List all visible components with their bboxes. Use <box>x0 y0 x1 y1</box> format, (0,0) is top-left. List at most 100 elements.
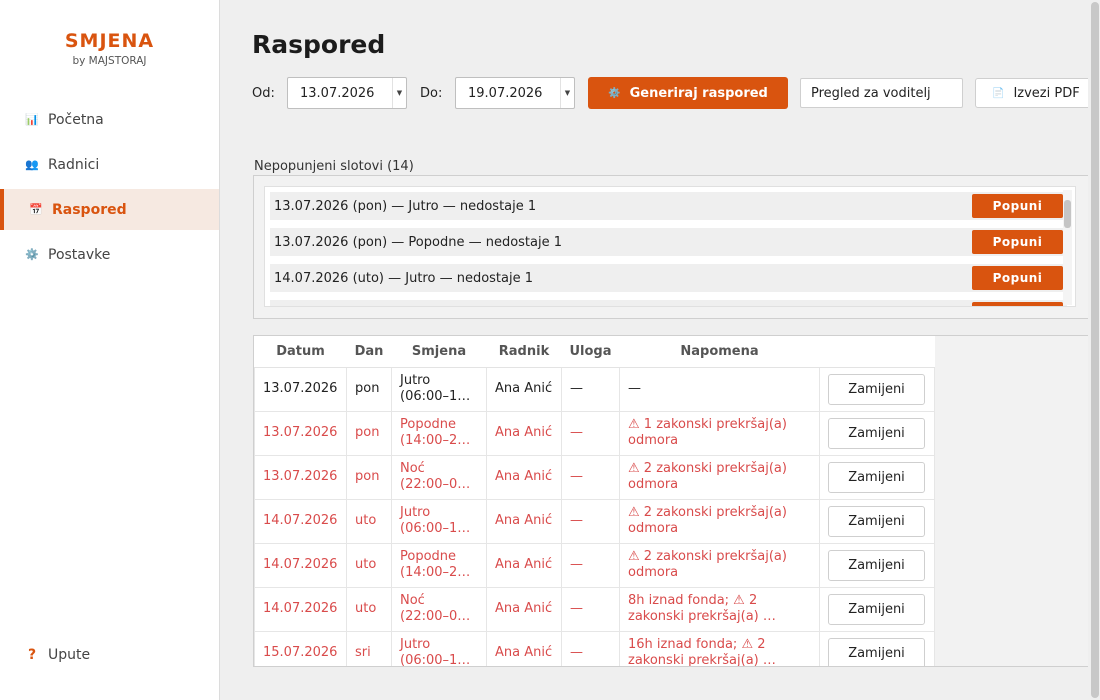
cell-smjena: Noć (22:00–0… <box>391 587 487 632</box>
cell-radnik: Ana Anić <box>486 543 562 588</box>
brand: SMJENA by MAJSTORAJ <box>0 30 219 67</box>
page-scrollbar-thumb[interactable] <box>1091 338 1099 698</box>
export-pdf-button[interactable]: 📄 Izvezi PDF <box>975 78 1092 108</box>
sidebar-item-radnici[interactable]: 👥 Radnici <box>0 144 219 185</box>
sidebar-item-label: Upute <box>48 646 91 663</box>
cell-actions: Zamijeni <box>819 543 935 588</box>
swap-button[interactable]: Zamijeni <box>828 417 925 449</box>
table-row: 15.07.2026 sri Jutro (06:00–1… Ana Anić —… <box>254 631 935 667</box>
question-icon: ? <box>27 646 37 663</box>
cell-napomena: ⚠ 1 zakonski prekršaj(a) odmora <box>619 411 820 456</box>
chevron-down-icon[interactable]: ▼ <box>392 78 406 108</box>
unfilled-slots-title: Nepopunjeni slotovi (14) <box>254 159 414 174</box>
unfilled-slot-row: Popuni <box>270 300 1067 306</box>
cell-dan: pon <box>346 455 392 500</box>
sidebar-item-raspored[interactable]: 📅 Raspored <box>0 189 219 230</box>
sidebar-item-upute[interactable]: ? Upute <box>0 634 219 675</box>
column-header-dan[interactable]: Dan <box>346 336 392 368</box>
swap-button[interactable]: Zamijeni <box>828 505 925 537</box>
note-line: 8h iznad fonda; ⚠ 2 <box>628 593 758 608</box>
sidebar: SMJENA by MAJSTORAJ 📊 Početna 👥 Radnici … <box>0 0 220 700</box>
cell-dan: uto <box>346 587 392 632</box>
unfilled-slot-row: 14.07.2026 (uto) — Jutro — nedostaje 1 P… <box>270 264 1067 292</box>
cell-radnik: Ana Anić <box>486 367 562 412</box>
table-row: 14.07.2026 uto Noć (22:00–0… Ana Anić — 8… <box>254 587 935 632</box>
swap-button[interactable]: Zamijeni <box>828 461 925 493</box>
sidebar-item-pocetna[interactable]: 📊 Početna <box>0 99 219 140</box>
sidebar-bottom: ? Upute <box>0 634 219 679</box>
note-line: ⚠ 2 zakonski prekršaj(a) <box>628 549 787 564</box>
column-header-smjena[interactable]: Smjena <box>391 336 487 368</box>
column-header-datum[interactable]: Datum <box>254 336 347 368</box>
table-row: 13.07.2026 pon Noć (22:00–0… Ana Anić — ⚠… <box>254 455 935 500</box>
sidebar-item-postavke[interactable]: ⚙️ Postavke <box>0 234 219 275</box>
shift-name: Jutro <box>400 373 431 388</box>
cell-smjena: Popodne (14:00–2… <box>391 411 487 456</box>
table-row: 13.07.2026 pon Popodne (14:00–2… Ana Anić… <box>254 411 935 456</box>
shift-time: (14:00–2… <box>400 565 471 580</box>
document-icon: 📄 <box>992 87 1005 99</box>
note-line: zakonski prekršaj(a) … <box>628 653 776 667</box>
fill-slot-button[interactable]: Popuni <box>972 230 1063 254</box>
cell-dan: uto <box>346 543 392 588</box>
swap-button[interactable]: Zamijeni <box>828 549 925 581</box>
page-title: Raspored <box>252 30 386 59</box>
fill-slot-button[interactable]: Popuni <box>972 266 1063 290</box>
cell-uloga: — <box>561 587 620 632</box>
generate-schedule-button[interactable]: ⚙️ Generiraj raspored <box>588 77 788 109</box>
unfilled-slots-list[interactable]: 13.07.2026 (pon) — Jutro — nedostaje 1 P… <box>264 186 1076 307</box>
from-date-input[interactable]: 13.07.2026 ▼ <box>287 77 407 109</box>
cell-actions: Zamijeni <box>819 411 935 456</box>
brand-subtitle: by MAJSTORAJ <box>72 55 147 67</box>
to-date-input[interactable]: 19.07.2026 ▼ <box>455 77 575 109</box>
chart-icon: 📊 <box>25 113 39 126</box>
cell-dan: pon <box>346 367 392 412</box>
sidebar-item-label: Radnici <box>48 156 100 173</box>
swap-button[interactable]: Zamijeni <box>828 637 925 666</box>
column-header-radnik[interactable]: Radnik <box>486 336 562 368</box>
cell-uloga: — <box>561 411 620 456</box>
unfilled-slots-panel: 13.07.2026 (pon) — Jutro — nedostaje 1 P… <box>253 175 1093 319</box>
calendar-icon: 📅 <box>29 203 43 216</box>
unfilled-slot-row: 13.07.2026 (pon) — Jutro — nedostaje 1 P… <box>270 192 1067 220</box>
slots-scrollbar-thumb[interactable] <box>1064 200 1071 228</box>
note-line: ⚠ 2 zakonski prekršaj(a) <box>628 461 787 476</box>
column-header-napomena[interactable]: Napomena <box>619 336 820 368</box>
fill-slot-button[interactable]: Popuni <box>972 194 1063 218</box>
fill-slot-button[interactable]: Popuni <box>972 302 1063 306</box>
note-line: odmora <box>628 521 679 536</box>
swap-button[interactable]: Zamijeni <box>828 593 925 625</box>
table-row: 14.07.2026 uto Popodne (14:00–2… Ana Anić… <box>254 543 935 588</box>
unfilled-slot-text: 14.07.2026 (uto) — Jutro — nedostaje 1 <box>274 270 534 286</box>
cell-actions: Zamijeni <box>819 499 935 544</box>
shift-name: Noć <box>400 461 425 476</box>
toolbar: Od: 13.07.2026 ▼ Do: 19.07.2026 ▼ ⚙️ Gen… <box>252 77 1092 109</box>
cell-radnik: Ana Anić <box>486 631 562 666</box>
cell-radnik: Ana Anić <box>486 499 562 544</box>
cell-napomena: — <box>619 367 820 412</box>
page-scrollbar[interactable] <box>1088 0 1100 700</box>
from-label: Od: <box>252 86 275 101</box>
view-selector[interactable]: Pregled za voditelj <box>800 78 963 108</box>
shift-name: Popodne <box>400 417 457 432</box>
cell-actions: Zamijeni <box>819 455 935 500</box>
cell-uloga: — <box>561 367 620 412</box>
note-line: odmora <box>628 477 679 492</box>
main-content: Raspored Od: 13.07.2026 ▼ Do: 19.07.2026… <box>220 0 1100 700</box>
slots-scrollbar[interactable] <box>1063 190 1072 305</box>
cell-datum: 13.07.2026 <box>254 411 347 456</box>
shift-time: (22:00–0… <box>400 609 471 624</box>
schedule-table-panel: Datum Dan Smjena Radnik Uloga Napomena 1… <box>253 335 1093 667</box>
column-header-uloga[interactable]: Uloga <box>561 336 620 368</box>
column-header-actions <box>819 336 935 368</box>
swap-button[interactable]: Zamijeni <box>828 373 925 405</box>
cell-smjena: Jutro (06:00–1… <box>391 367 487 412</box>
chevron-down-icon[interactable]: ▼ <box>560 78 574 108</box>
note-line: odmora <box>628 565 679 580</box>
gear-icon: ⚙️ <box>25 248 39 261</box>
cell-actions: Zamijeni <box>819 587 935 632</box>
cell-uloga: — <box>561 543 620 588</box>
cell-dan: sri <box>346 631 392 666</box>
note-line: 16h iznad fonda; ⚠ 2 <box>628 637 766 652</box>
shift-time: (06:00–1… <box>400 521 471 536</box>
